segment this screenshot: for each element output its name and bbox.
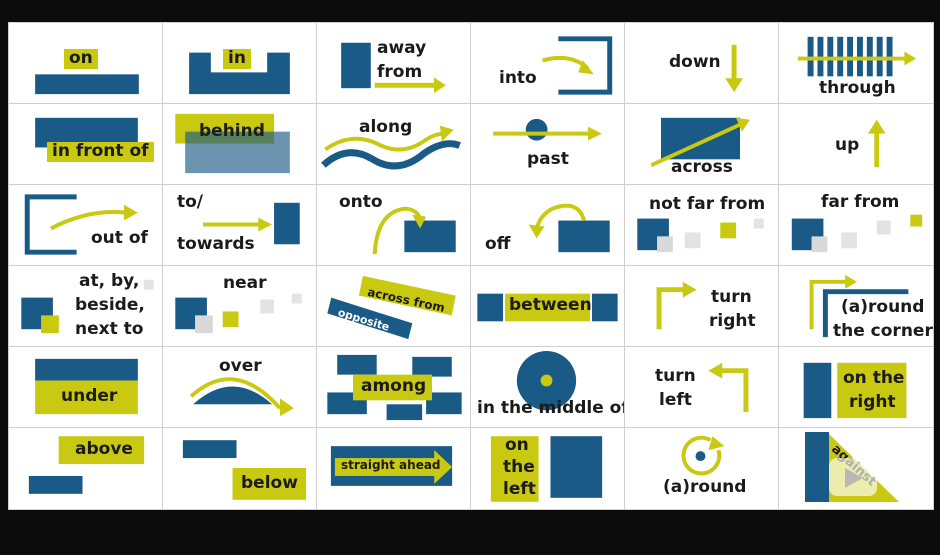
label-far-from: far from — [821, 192, 900, 212]
label-left-2: left — [503, 479, 536, 499]
cell-above: above — [9, 428, 163, 509]
cell-around: (a)round — [625, 428, 779, 509]
turn-right-illustration — [656, 281, 697, 330]
label-turn-l: turn — [655, 366, 696, 386]
label-around-2: (a)round — [663, 477, 747, 497]
cell-on-the-right: on the right — [779, 347, 933, 428]
cell-across-from-opposite: across from opposite — [317, 266, 471, 347]
label-through: through — [819, 78, 896, 98]
cell-onto: onto — [317, 185, 471, 266]
label-not-far-from: not far from — [649, 194, 766, 214]
video-watermark: Liveyangyang bilibili — [14, 26, 201, 45]
label-onto: onto — [339, 192, 383, 212]
label-in: in — [223, 48, 251, 69]
label-the: the — [503, 457, 535, 477]
cell-up: up — [779, 104, 933, 185]
cell-not-far-from: not far from — [625, 185, 779, 266]
label-next-to: next to — [75, 319, 144, 339]
label-right: right — [709, 311, 756, 331]
cell-through: through — [779, 23, 933, 104]
cell-past: past — [471, 104, 625, 185]
label-in-the-middle-of: in the middle of — [477, 398, 625, 418]
cell-below: below — [163, 428, 317, 509]
cell-in-the-middle-of: in the middle of — [471, 347, 625, 428]
label-left: left — [659, 390, 692, 410]
label-between: between — [509, 295, 592, 315]
on-the-left-illustration — [490, 436, 603, 502]
cell-under: under — [9, 347, 163, 428]
label-along: along — [359, 117, 413, 137]
cell-around-the-corner: (a)round the corner — [779, 266, 933, 347]
label-across: across — [671, 157, 733, 177]
label-towards: towards — [177, 234, 255, 254]
label-in-front-of: in front of — [47, 141, 154, 162]
label-under: under — [61, 386, 118, 406]
past-illustration — [493, 118, 602, 141]
cell-along: along — [317, 104, 471, 185]
label-below: below — [241, 473, 298, 493]
cell-over: over — [163, 347, 317, 428]
label-among: among — [361, 376, 427, 396]
cell-to-towards: to/ towards — [163, 185, 317, 266]
behind-illustration — [175, 113, 290, 174]
turn-left-illustration — [708, 362, 749, 413]
label-into: into — [499, 68, 537, 88]
cell-down: down — [625, 23, 779, 104]
cell-turn-right: turn right — [625, 266, 779, 347]
label-up: up — [835, 135, 860, 155]
out-of-illustration — [24, 194, 138, 255]
cell-across: across — [625, 104, 779, 185]
label-out-of: out of — [91, 228, 148, 248]
label-around: (a)round — [841, 297, 925, 317]
label-beside: beside, — [75, 295, 145, 315]
cell-off: off — [471, 185, 625, 266]
label-on: on — [64, 48, 98, 69]
label-near: near — [223, 273, 267, 293]
prepositions-chart: on in away from into down through in fro… — [8, 22, 934, 510]
cell-on-the-left: on the left — [471, 428, 625, 509]
below-illustration — [182, 440, 307, 500]
cell-at-by-beside: at, by, beside, next to — [9, 266, 163, 347]
label-to: to/ — [177, 192, 204, 212]
label-off: off — [485, 234, 511, 254]
label-behind: behind — [199, 121, 265, 141]
cell-far-from: far from — [779, 185, 933, 266]
label-turn: turn — [711, 287, 752, 307]
label-on-the: on the — [843, 368, 905, 388]
label-at-by: at, by, — [79, 271, 140, 291]
cell-between: between — [471, 266, 625, 347]
cell-near: near — [163, 266, 317, 347]
across-from-illustration: across from opposite — [327, 275, 456, 340]
label-from: from — [377, 62, 423, 82]
cell-against: against — [779, 428, 933, 509]
label-over: over — [219, 356, 262, 376]
along-illustration — [321, 125, 461, 170]
cell-away-from: away from — [317, 23, 471, 104]
label-on: on — [505, 435, 529, 455]
label-away: away — [377, 38, 427, 58]
label-above: above — [75, 439, 133, 459]
against-illustration: against — [805, 432, 899, 502]
cell-turn-left: turn left — [625, 347, 779, 428]
cell-out-of: out of — [9, 185, 163, 266]
label-the-corner: the corner — [833, 321, 933, 341]
cell-straight-ahead: straight ahead — [317, 428, 471, 509]
cell-in-front-of: in front of — [9, 104, 163, 185]
label-past: past — [527, 149, 569, 169]
label-straight-ahead: straight ahead — [341, 458, 441, 472]
cell-behind: behind — [163, 104, 317, 185]
into-illustration — [542, 36, 613, 95]
label-down: down — [669, 52, 721, 72]
label-right-2: right — [849, 392, 896, 412]
cell-into: into — [471, 23, 625, 104]
cell-among: among — [317, 347, 471, 428]
